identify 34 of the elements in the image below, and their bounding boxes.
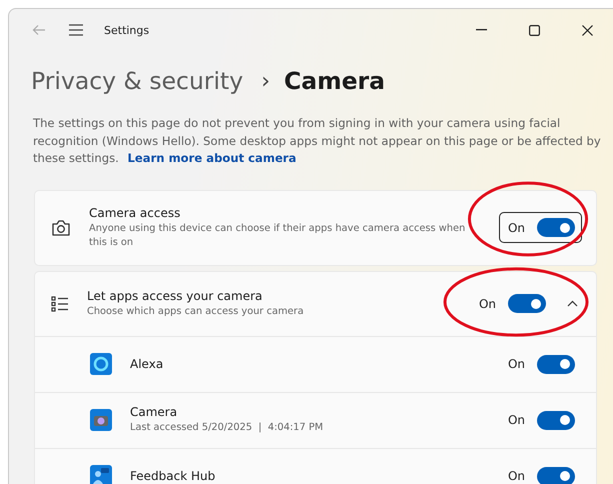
toggle-switch[interactable] — [508, 294, 546, 313]
learn-more-link[interactable]: Learn more about camera — [128, 151, 296, 165]
maximize-icon[interactable] — [529, 24, 540, 36]
close-icon[interactable] — [582, 24, 593, 36]
person-app-icon — [90, 465, 112, 484]
toggle-switch[interactable] — [537, 218, 575, 237]
breadcrumb-parent[interactable]: Privacy & security — [31, 67, 244, 95]
page-title: Camera — [284, 67, 385, 95]
chevron-up-icon[interactable] — [567, 300, 578, 307]
last-accessed-text: Last accessed 5/20/2025 | 4:04:17 PM — [130, 421, 324, 435]
minimize-icon[interactable] — [476, 29, 487, 31]
toggle-state: On — [508, 469, 525, 483]
setting-description: Choose which apps can access your camera — [87, 304, 305, 318]
ring-app-icon — [90, 353, 112, 375]
toggle-state: On — [508, 413, 525, 427]
toggle-switch[interactable] — [537, 466, 575, 484]
description-text: The settings on this page do not prevent you from signing in with your camera using facial recognition (Windows Hello). Some desktop apps might not appear on this page or be affected by these settings. Learn more about camera — [33, 115, 602, 167]
toggle-state: On — [478, 296, 496, 310]
camera-app-icon — [90, 409, 112, 431]
breadcrumb-separator: › — [261, 68, 270, 94]
toggle-state: On — [508, 357, 525, 371]
app-name: Feedback Hub — [130, 469, 216, 483]
toggle-switch[interactable] — [537, 354, 575, 374]
toggle-switch[interactable] — [537, 410, 575, 430]
window-title: Settings — [104, 24, 150, 36]
toggle-state: On — [508, 220, 525, 234]
app-name: Camera — [130, 405, 178, 419]
camera-icon — [51, 218, 71, 236]
menu-icon[interactable] — [68, 24, 84, 36]
list-icon — [51, 296, 69, 312]
app-name: Alexa — [130, 357, 164, 371]
setting-title: Camera access — [89, 206, 182, 220]
setting-description: Anyone using this device can choose if their apps have camera access when this is on — [89, 222, 466, 250]
setting-title: Let apps access your camera — [87, 288, 264, 302]
